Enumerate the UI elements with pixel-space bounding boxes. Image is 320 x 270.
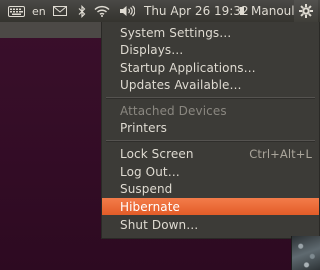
menu-item-updates-available[interactable]: Updates Available… — [102, 76, 319, 93]
menu-separator — [106, 97, 315, 98]
menu-item-label: Attached Devices — [120, 103, 227, 118]
menu-header-attached-devices: Attached Devices — [102, 102, 319, 119]
top-panel: en Thu Apr 26 19:32 Manoul — [0, 0, 320, 22]
session-menu: System Settings… Displays… Startup Appli… — [101, 22, 320, 239]
menu-item-label: Startup Applications… — [120, 60, 256, 75]
clock[interactable]: Thu Apr 26 19:32 — [144, 0, 249, 22]
bluetooth-icon[interactable] — [78, 0, 86, 22]
menu-item-hibernate[interactable]: Hibernate — [102, 198, 319, 215]
menu-item-printers[interactable]: Printers — [102, 119, 319, 136]
menu-item-log-out[interactable]: Log Out… — [102, 163, 319, 180]
menu-item-shut-down[interactable]: Shut Down… — [102, 216, 319, 233]
menu-item-label: Log Out… — [120, 164, 180, 179]
wifi-icon[interactable] — [94, 0, 110, 22]
menu-item-label: Updates Available… — [120, 77, 242, 92]
menu-item-label: Suspend — [120, 181, 173, 196]
menu-item-lock-screen[interactable]: Lock Screen Ctrl+Alt+L — [102, 145, 319, 162]
keyboard-layout-label[interactable]: en — [32, 0, 46, 22]
menu-item-label: System Settings… — [120, 25, 232, 40]
window-titlebar-strip — [0, 22, 101, 38]
menu-item-label: Hibernate — [120, 199, 181, 214]
session-menu-button[interactable] — [294, 0, 318, 22]
user-icon — [238, 0, 246, 22]
menu-item-label: Lock Screen — [120, 146, 194, 161]
menu-item-startup-applications[interactable]: Startup Applications… — [102, 59, 319, 76]
gear-icon — [299, 4, 313, 18]
menu-item-label: Printers — [120, 120, 167, 135]
menu-item-label: Displays… — [120, 42, 184, 57]
menu-separator — [106, 140, 315, 141]
menu-item-displays[interactable]: Displays… — [102, 41, 319, 58]
menu-item-suspend[interactable]: Suspend — [102, 180, 319, 197]
user-name[interactable]: Manoul — [251, 0, 295, 22]
shortcut-label: Ctrl+Alt+L — [249, 146, 312, 161]
keyboard-icon[interactable] — [8, 0, 25, 22]
mail-icon[interactable] — [53, 0, 67, 22]
volume-icon[interactable] — [119, 0, 135, 22]
menu-item-system-settings[interactable]: System Settings… — [102, 24, 319, 41]
menu-item-label: Shut Down… — [120, 217, 199, 232]
window-thumbnail — [291, 236, 320, 270]
